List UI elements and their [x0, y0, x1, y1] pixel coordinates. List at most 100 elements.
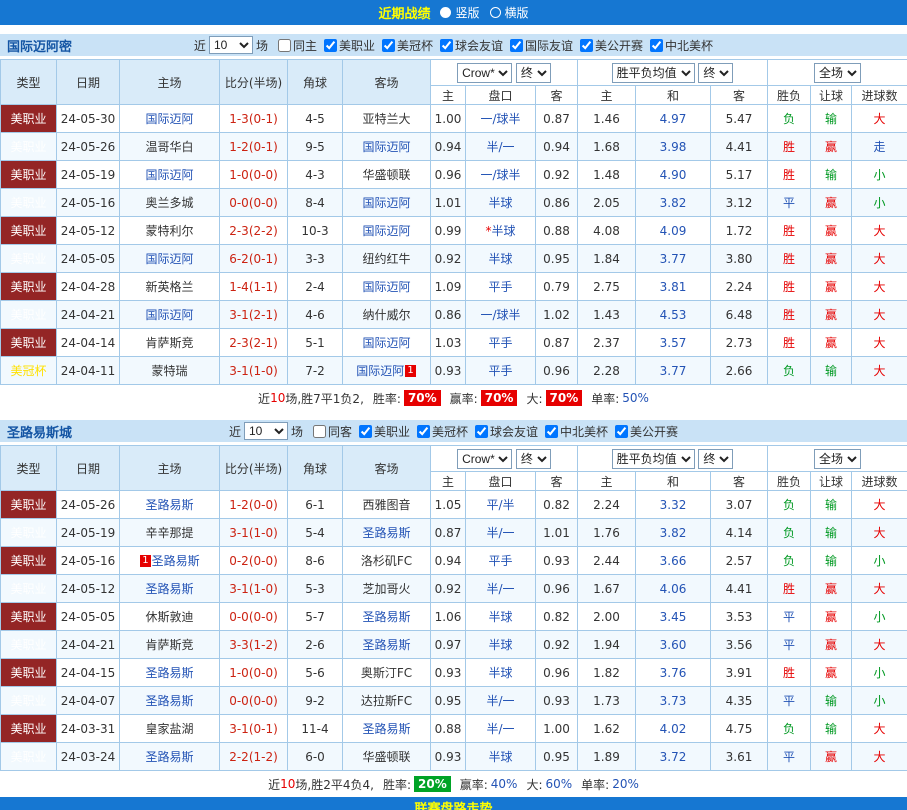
checkbox-input[interactable] — [475, 425, 488, 438]
score-cell[interactable]: 1-2(0-0) — [220, 491, 288, 519]
team-link[interactable]: 圣路易斯 — [145, 694, 193, 708]
team-link[interactable]: 芝加哥火 — [362, 582, 410, 596]
team-link[interactable]: 西雅图音 — [362, 498, 410, 512]
layout-radio-horizontal[interactable]: 横版 — [490, 4, 529, 21]
team-link[interactable]: 新英格兰 — [145, 280, 193, 294]
checkbox-input[interactable] — [650, 39, 663, 52]
recent-count-select[interactable]: 10 — [209, 36, 253, 54]
checkbox-input[interactable] — [382, 39, 395, 52]
bookmaker-select[interactable]: Crow* — [457, 63, 512, 83]
team-link[interactable]: 圣路易斯 — [362, 610, 410, 624]
team-link[interactable]: 圣路易斯 — [145, 498, 193, 512]
team-link[interactable]: 圣路易斯 — [362, 722, 410, 736]
team-link[interactable]: 亚特兰大 — [362, 112, 410, 126]
team-link[interactable]: 蒙特瑞 — [151, 364, 187, 378]
euro-type-select[interactable]: 胜平负均值 — [612, 449, 695, 469]
checkbox-input[interactable] — [278, 39, 291, 52]
team-link[interactable]: 圣路易斯 — [362, 526, 410, 540]
score-cell[interactable]: 1-3(0-1) — [220, 105, 288, 133]
filter-checkbox[interactable]: 美职业 — [324, 37, 375, 54]
team-link[interactable]: 国际迈阿 — [145, 168, 193, 182]
team-link[interactable]: 国际迈阿 — [145, 252, 193, 266]
checkbox-input[interactable] — [580, 39, 593, 52]
filter-checkbox[interactable]: 国际友谊 — [510, 37, 573, 54]
filter-checkbox[interactable]: 美公开赛 — [580, 37, 643, 54]
score-cell[interactable]: 0-2(0-0) — [220, 547, 288, 575]
team-link[interactable]: 肯萨斯竞 — [145, 638, 193, 652]
filter-checkbox[interactable]: 同客 — [313, 423, 352, 440]
score-cell[interactable]: 0-0(0-0) — [220, 687, 288, 715]
score-cell[interactable]: 2-2(1-2) — [220, 743, 288, 771]
team-link[interactable]: 国际迈阿 — [362, 140, 410, 154]
score-cell[interactable]: 1-0(0-0) — [220, 161, 288, 189]
team-link[interactable]: 达拉斯FC — [361, 694, 412, 708]
checkbox-input[interactable] — [545, 425, 558, 438]
team-link[interactable]: 华盛顿联 — [362, 168, 410, 182]
score-cell[interactable]: 0-0(0-0) — [220, 189, 288, 217]
team-link[interactable]: 圣路易斯 — [145, 750, 193, 764]
asia-time-select[interactable]: 终 — [516, 63, 551, 83]
score-cell[interactable]: 3-1(1-0) — [220, 575, 288, 603]
team-link[interactable]: 皇家盐湖 — [145, 722, 193, 736]
checkbox-input[interactable] — [417, 425, 430, 438]
team-link[interactable]: 蒙特利尔 — [145, 224, 193, 238]
score-cell[interactable]: 3-1(1-0) — [220, 357, 288, 385]
filter-checkbox[interactable]: 美职业 — [359, 423, 410, 440]
score-cell[interactable]: 2-3(2-2) — [220, 217, 288, 245]
team-link[interactable]: 纽约红牛 — [362, 252, 410, 266]
team-link[interactable]: 辛辛那提 — [145, 526, 193, 540]
team-link[interactable]: 国际迈阿 — [356, 364, 404, 378]
team-link[interactable]: 奥兰多城 — [145, 196, 193, 210]
team-link[interactable]: 国际迈阿 — [362, 196, 410, 210]
scope-select[interactable]: 全场 — [814, 449, 861, 469]
layout-radio-vertical[interactable]: 竖版 — [440, 4, 479, 21]
team-link[interactable]: 国际迈阿 — [145, 308, 193, 322]
score-cell[interactable]: 6-2(0-1) — [220, 245, 288, 273]
score-cell[interactable]: 0-0(0-0) — [220, 603, 288, 631]
score-cell[interactable]: 1-4(1-1) — [220, 273, 288, 301]
asia-time-select[interactable]: 终 — [516, 449, 551, 469]
filter-checkbox[interactable]: 美冠杯 — [382, 37, 433, 54]
team-link[interactable]: 圣路易斯 — [145, 666, 193, 680]
checkbox-input[interactable] — [359, 425, 372, 438]
team-link[interactable]: 国际迈阿 — [362, 224, 410, 238]
team-link[interactable]: 纳什威尔 — [362, 308, 410, 322]
filter-checkbox[interactable]: 美公开赛 — [615, 423, 678, 440]
score-cell[interactable]: 3-1(1-0) — [220, 519, 288, 547]
team-link[interactable]: 国际迈阿 — [362, 280, 410, 294]
score-cell[interactable]: 3-1(0-1) — [220, 715, 288, 743]
team-link[interactable]: 华盛顿联 — [362, 750, 410, 764]
team-link[interactable]: 休斯敦迪 — [145, 610, 193, 624]
score-cell[interactable]: 3-3(1-2) — [220, 631, 288, 659]
team-name-link[interactable]: 圣路易斯城 — [7, 422, 72, 441]
recent-count-select[interactable]: 10 — [244, 422, 288, 440]
scope-select[interactable]: 全场 — [814, 63, 861, 83]
filter-checkbox[interactable]: 球会友谊 — [440, 37, 503, 54]
team-link[interactable]: 奥斯汀FC — [361, 666, 412, 680]
euro-type-select[interactable]: 胜平负均值 — [612, 63, 695, 83]
score-cell[interactable]: 2-3(2-1) — [220, 329, 288, 357]
bookmaker-select[interactable]: Crow* — [457, 449, 512, 469]
team-link[interactable]: 圣路易斯 — [362, 638, 410, 652]
checkbox-input[interactable] — [313, 425, 326, 438]
checkbox-input[interactable] — [324, 39, 337, 52]
score-cell[interactable]: 1-0(0-0) — [220, 659, 288, 687]
filter-checkbox[interactable]: 中北美杯 — [650, 37, 713, 54]
checkbox-input[interactable] — [510, 39, 523, 52]
euro-time-select[interactable]: 终 — [698, 449, 733, 469]
filter-checkbox[interactable]: 同主 — [278, 37, 317, 54]
team-link[interactable]: 洛杉矶FC — [361, 554, 412, 568]
euro-time-select[interactable]: 终 — [698, 63, 733, 83]
team-link[interactable]: 圣路易斯 — [145, 582, 193, 596]
checkbox-input[interactable] — [440, 39, 453, 52]
filter-checkbox[interactable]: 球会友谊 — [475, 423, 538, 440]
team-link[interactable]: 国际迈阿 — [362, 336, 410, 350]
score-cell[interactable]: 3-1(2-1) — [220, 301, 288, 329]
score-cell[interactable]: 1-2(0-1) — [220, 133, 288, 161]
team-link[interactable]: 圣路易斯 — [152, 554, 200, 568]
team-link[interactable]: 肯萨斯竞 — [145, 336, 193, 350]
checkbox-input[interactable] — [615, 425, 628, 438]
team-link[interactable]: 国际迈阿 — [145, 112, 193, 126]
filter-checkbox[interactable]: 中北美杯 — [545, 423, 608, 440]
filter-checkbox[interactable]: 美冠杯 — [417, 423, 468, 440]
